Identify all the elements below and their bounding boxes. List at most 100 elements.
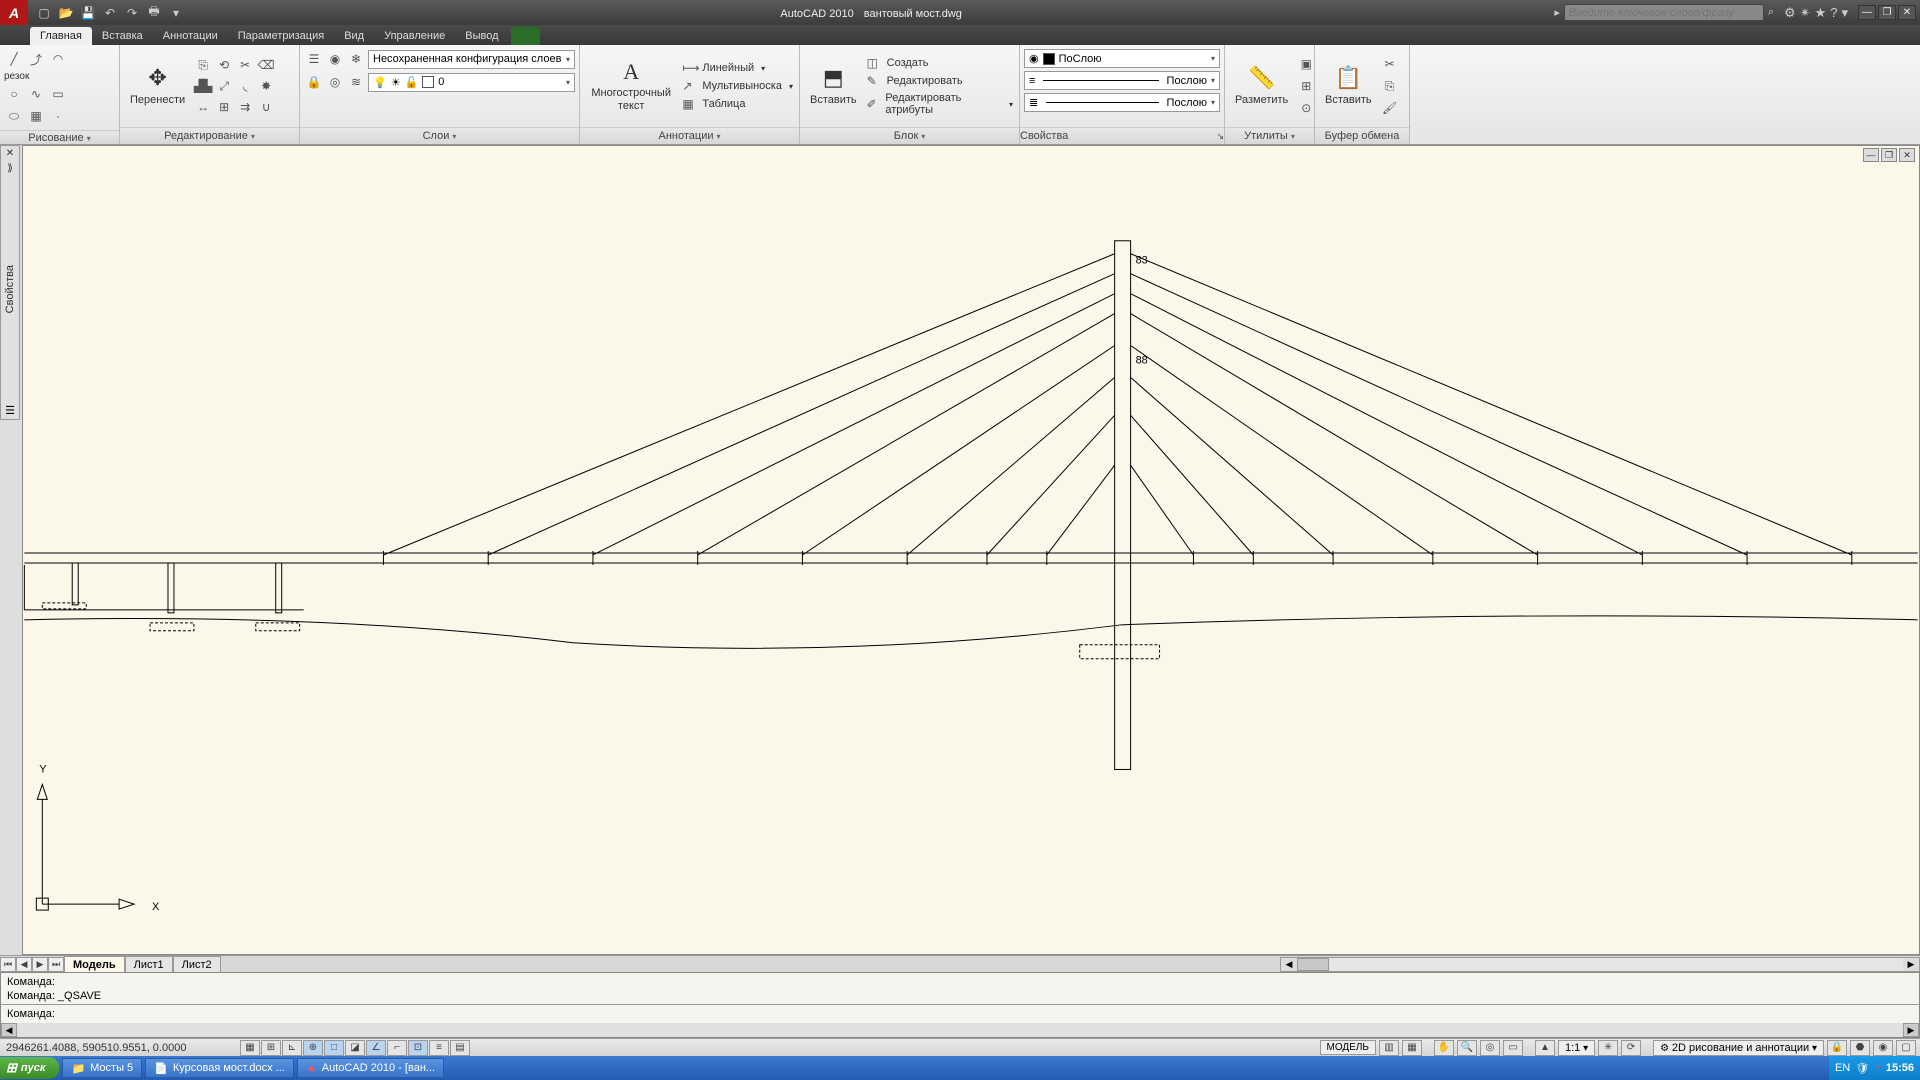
comm-center-icon[interactable]: ⚙ [1784, 5, 1796, 21]
utils-panel-label[interactable]: Утилиты [1244, 130, 1288, 142]
point-tool-icon[interactable]: · [48, 106, 68, 126]
start-button[interactable]: ⊞ пуск [0, 1057, 59, 1079]
command-input[interactable]: Команда: [1, 1005, 1919, 1023]
close-button[interactable]: ✕ [1898, 5, 1916, 20]
coordinates-readout[interactable]: 2946261.4088, 590510.9551, 0.0000 [0, 1042, 240, 1054]
tab-parametric[interactable]: Параметризация [228, 27, 334, 45]
explode-tool-icon[interactable]: ✸ [256, 76, 276, 96]
tray-lang[interactable]: EN [1835, 1062, 1850, 1074]
create-block-button[interactable]: ◫Создать [865, 55, 1015, 71]
layer-match-icon[interactable]: ≋ [346, 72, 366, 92]
layout-hscroll[interactable]: ◀ ▶ [1280, 957, 1920, 972]
spline-tool-icon[interactable]: ∿ [26, 84, 46, 104]
hardware-accel-icon[interactable]: ⬣ [1850, 1040, 1870, 1056]
ellipse-tool-icon[interactable]: ⬭ [4, 106, 24, 126]
taskbar-item-autocad[interactable]: ▲AutoCAD 2010 - [ван... [297, 1058, 444, 1078]
layers-panel-label[interactable]: Слои [423, 130, 450, 142]
edit-block-button[interactable]: ✎Редактировать [865, 73, 1015, 89]
fillet-tool-icon[interactable]: ◟ [235, 76, 255, 96]
array-tool-icon[interactable]: ⊞ [214, 97, 234, 117]
trim-tool-icon[interactable]: ✂ [235, 55, 255, 75]
move-button[interactable]: ✥ Перенести [124, 63, 191, 109]
rectangle-tool-icon[interactable]: ▭ [48, 84, 68, 104]
mtext-button[interactable]: A Многострочный текст [584, 57, 678, 116]
tray-clock[interactable]: 15:56 [1886, 1062, 1914, 1074]
qat-redo-icon[interactable]: ↷ [122, 4, 142, 22]
tray-shield-icon[interactable]: 🛡 [1855, 1062, 1869, 1075]
mleader-button[interactable]: ↗Мультивыноска▾ [680, 78, 795, 94]
search-arrow-icon[interactable]: ▸ [1554, 6, 1560, 19]
qat-undo-icon[interactable]: ↶ [100, 4, 120, 22]
subscription-icon[interactable]: ✴ [1800, 5, 1811, 21]
layer-off-icon[interactable]: ◉ [325, 49, 345, 69]
taskbar-item-folder[interactable]: 📁Мосты 5 [62, 1058, 142, 1078]
tab-express[interactable] [511, 27, 540, 45]
qat-save-icon[interactable]: 💾 [78, 4, 98, 22]
mirror-tool-icon[interactable]: ▟▙ [193, 76, 213, 96]
drawing-canvas[interactable]: — ❐ ✕ [22, 145, 1920, 955]
quick-calc-icon[interactable]: ⊞ [1296, 76, 1316, 96]
props-panel-label[interactable]: Свойства [1020, 130, 1068, 142]
osnap-toggle[interactable]: □ [324, 1040, 344, 1056]
select-all-icon[interactable]: ▣ [1296, 54, 1316, 74]
cmd-scroll-right-icon[interactable]: ▶ [1903, 1023, 1919, 1037]
tab-view[interactable]: Вид [334, 27, 374, 45]
showmotion-icon[interactable]: ▭ [1503, 1040, 1523, 1056]
qat-dropdown-icon[interactable]: ▾ [166, 4, 186, 22]
copy-tool-icon[interactable]: ⎘ [193, 55, 213, 75]
offset-tool-icon[interactable]: ⇉ [235, 97, 255, 117]
lwt-toggle[interactable]: ≡ [429, 1040, 449, 1056]
quickview-drawings-icon[interactable]: ▦ [1402, 1040, 1422, 1056]
qp-toggle[interactable]: ▤ [450, 1040, 470, 1056]
ducs-toggle[interactable]: ⌐ [387, 1040, 407, 1056]
annot-panel-label[interactable]: Аннотации [659, 130, 714, 142]
annovis-icon[interactable]: ✳ [1598, 1040, 1618, 1056]
cut-icon[interactable]: ✂ [1380, 54, 1400, 74]
color-dropdown[interactable]: ◉ ПоСлою▾ [1024, 49, 1220, 68]
paste-button[interactable]: 📋 Вставить [1319, 63, 1378, 109]
layer-lock-icon[interactable]: 🔒 [304, 72, 324, 92]
qat-print-icon[interactable]: 🖶 [144, 4, 164, 22]
anno-scale-dropdown[interactable]: 1:1 ▾ [1558, 1040, 1595, 1056]
id-point-icon[interactable]: ⊙ [1296, 98, 1316, 118]
join-tool-icon[interactable]: ∪ [256, 97, 276, 117]
maximize-button[interactable]: ❐ [1878, 5, 1896, 20]
properties-palette-tab[interactable]: ✕ ⟫ Свойства ☰ [0, 145, 20, 420]
isolate-objects-icon[interactable]: ◉ [1873, 1040, 1893, 1056]
infocenter-dropdown-icon[interactable]: ▾ [1841, 5, 1848, 21]
current-layer-dropdown[interactable]: 💡 ☀ 🔓 0 ▾ [368, 73, 575, 92]
toolbar-lock-icon[interactable]: 🔒 [1827, 1040, 1847, 1056]
quickview-layouts-icon[interactable]: ▥ [1379, 1040, 1399, 1056]
help-icon[interactable]: ? [1830, 5, 1837, 21]
linetype-dropdown[interactable]: ≣ Послою▾ [1024, 93, 1220, 112]
insert-block-button[interactable]: ⬒ Вставить [804, 63, 863, 109]
tab-insert[interactable]: Вставка [92, 27, 153, 45]
edit-attr-button[interactable]: ✐Редактировать атрибуты▾ [865, 91, 1015, 117]
line-tool-icon[interactable]: ╱ [4, 49, 24, 69]
match-props-icon[interactable]: 🖌 [1380, 98, 1400, 118]
workspace-dropdown[interactable]: ⚙ 2D рисование и аннотации ▾ [1653, 1040, 1824, 1056]
search-icon[interactable]: ⌕ [1768, 6, 1774, 19]
favorites-icon[interactable]: ★ [1815, 5, 1827, 21]
hatch-tool-icon[interactable]: ▦ [26, 106, 46, 126]
rotate-tool-icon[interactable]: ⟲ [214, 55, 234, 75]
clean-screen-icon[interactable]: ▢ [1896, 1040, 1916, 1056]
scale-tool-icon[interactable]: ⤢ [214, 76, 234, 96]
circle-tool-icon[interactable]: ○ [4, 84, 24, 104]
tab-home[interactable]: Главная [30, 27, 92, 45]
search-input[interactable] [1564, 4, 1764, 21]
otrack-toggle[interactable]: ∠ [366, 1040, 386, 1056]
tab-annotate[interactable]: Аннотации [153, 27, 228, 45]
annoauto-icon[interactable]: ⟳ [1621, 1040, 1641, 1056]
viewport-close-icon[interactable]: ✕ [1899, 148, 1915, 162]
zoom-icon[interactable]: 🔍 [1457, 1040, 1477, 1056]
minimize-button[interactable]: — [1858, 5, 1876, 20]
tab-layout2[interactable]: Лист2 [173, 956, 221, 972]
palette-close-icon[interactable]: ✕ [4, 146, 16, 161]
steering-wheel-icon[interactable]: ◎ [1480, 1040, 1500, 1056]
layout-last-icon[interactable]: ⏭ [48, 957, 64, 972]
hscroll-right-icon[interactable]: ▶ [1903, 958, 1919, 971]
annoscale-icon[interactable]: ▲ [1535, 1040, 1555, 1056]
modify-panel-label[interactable]: Редактирование [164, 130, 248, 142]
arc-tool-icon[interactable]: ◠ [48, 49, 68, 69]
